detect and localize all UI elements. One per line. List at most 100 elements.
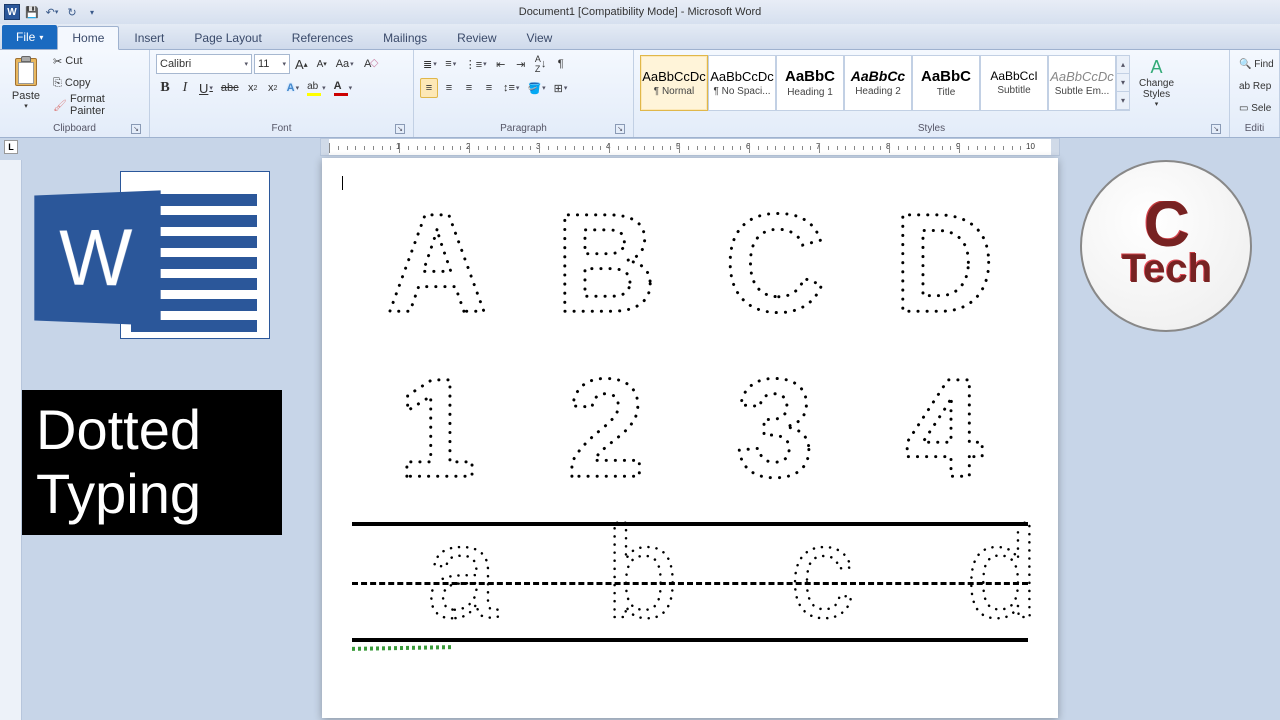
- dialog-launcher-icon[interactable]: ↘: [395, 124, 405, 134]
- bold-button[interactable]: B: [156, 78, 174, 98]
- align-right-button[interactable]: ≡: [460, 78, 478, 98]
- group-clipboard: Paste▾ ✂ Cut ⎘ Copy 🖌 Format Painter Cli…: [0, 50, 150, 137]
- find-icon: 🔍: [1239, 59, 1251, 70]
- svg-text:4: 4: [905, 353, 983, 500]
- style-normal[interactable]: AaBbCcDc¶ Normal: [640, 55, 708, 111]
- tab-mailings[interactable]: Mailings: [368, 25, 442, 49]
- tab-review[interactable]: Review: [442, 25, 511, 49]
- group-label: Editi: [1236, 121, 1273, 137]
- tab-references[interactable]: References: [277, 25, 368, 49]
- tab-view[interactable]: View: [512, 25, 568, 49]
- dotted-char: D: [881, 188, 1007, 335]
- style-subtitle[interactable]: AaBbCcISubtitle: [980, 55, 1048, 111]
- ctech-logo-overlay: C Tech: [1080, 160, 1252, 332]
- group-label: Paragraph↘: [420, 121, 627, 137]
- dotted-char: c: [752, 517, 892, 635]
- bucket-icon: 🪣: [527, 82, 541, 95]
- dotted-char: b: [572, 517, 712, 635]
- tab-home[interactable]: Home: [57, 26, 119, 50]
- word-logo-overlay: W: [30, 165, 270, 355]
- underline-button[interactable]: U▾: [196, 78, 216, 98]
- numbering-button[interactable]: ≡▾: [442, 54, 460, 74]
- grow-font-button[interactable]: A▴: [292, 54, 311, 74]
- line-spacing-button[interactable]: ↕≡▾: [500, 78, 522, 98]
- font-color-button[interactable]: A▾: [331, 78, 356, 98]
- change-styles-button[interactable]: AChangeStyles▾: [1134, 54, 1179, 111]
- font-name-select[interactable]: Calibri▾: [156, 54, 252, 74]
- bullets-button[interactable]: ≣▾: [420, 54, 440, 74]
- style-subtleem[interactable]: AaBbCcDcSubtle Em...: [1048, 55, 1116, 111]
- superscript-button[interactable]: x2: [264, 78, 282, 98]
- shrink-font-button[interactable]: A▾: [313, 54, 331, 74]
- format-painter-button[interactable]: 🖌 Format Painter: [50, 95, 140, 115]
- dotted-char: A: [374, 188, 500, 335]
- qat-more-icon[interactable]: ▾: [84, 4, 100, 20]
- dotted-char: 3: [712, 353, 838, 500]
- paste-button[interactable]: Paste▾: [6, 53, 46, 113]
- save-icon[interactable]: 💾: [24, 4, 40, 20]
- align-left-button[interactable]: ≡: [420, 78, 438, 98]
- horizontal-ruler[interactable]: 12345678910: [320, 138, 1060, 156]
- copy-button[interactable]: ⎘ Copy: [50, 73, 140, 93]
- multilevel-button[interactable]: ⋮≡▾: [462, 54, 490, 74]
- align-center-button[interactable]: ≡: [440, 78, 458, 98]
- dialog-launcher-icon[interactable]: ↘: [131, 124, 141, 134]
- tab-page-layout[interactable]: Page Layout: [179, 25, 276, 49]
- text-effects-button[interactable]: A▾: [284, 78, 302, 98]
- quick-access-toolbar: W 💾 ↶▾ ↻ ▾: [0, 4, 104, 20]
- cut-button[interactable]: ✂ Cut: [50, 51, 140, 71]
- document-page[interactable]: ABCD 1234 abcd: [322, 158, 1058, 718]
- increase-indent-button[interactable]: ⇥: [512, 54, 530, 74]
- dotted-char: a: [392, 517, 532, 635]
- show-marks-button[interactable]: ¶: [552, 54, 570, 74]
- style-heading1[interactable]: AaBbCHeading 1: [776, 55, 844, 111]
- replace-icon: ab: [1239, 81, 1250, 92]
- vertical-ruler[interactable]: [0, 160, 22, 720]
- find-button[interactable]: 🔍 Find: [1236, 54, 1273, 74]
- style-title[interactable]: AaBbCTitle: [912, 55, 980, 111]
- svg-text:D: D: [893, 188, 994, 335]
- borders-button[interactable]: ⊞▾: [551, 78, 571, 98]
- decrease-indent-button[interactable]: ⇤: [492, 54, 510, 74]
- select-button[interactable]: ▭ Sele: [1236, 98, 1273, 118]
- undo-icon[interactable]: ↶▾: [44, 4, 60, 20]
- replace-button[interactable]: ab Rep: [1236, 76, 1273, 96]
- style-heading2[interactable]: AaBbCcHeading 2: [844, 55, 912, 111]
- ribbon-tabs: File▾ Home Insert Page Layout References…: [0, 24, 1280, 50]
- dotted-char: d: [932, 517, 1072, 635]
- word-app-icon[interactable]: W: [4, 4, 20, 20]
- style-nospaci[interactable]: AaBbCcDc¶ No Spaci...: [708, 55, 776, 111]
- clear-formatting-button[interactable]: A◇: [359, 54, 377, 74]
- svg-text:B: B: [555, 188, 656, 335]
- sort-button[interactable]: AZ↓: [532, 54, 550, 74]
- scissors-icon: ✂: [53, 55, 62, 68]
- text-cursor: [342, 176, 343, 190]
- shading-button[interactable]: 🪣▾: [524, 78, 548, 98]
- highlight-button[interactable]: ab▾: [304, 78, 329, 98]
- styles-more[interactable]: ▴▾▾: [1116, 55, 1130, 111]
- tracing-line: abcd: [352, 522, 1028, 642]
- dialog-launcher-icon[interactable]: ↘: [1211, 124, 1221, 134]
- dotted-char: 1: [374, 353, 500, 500]
- paste-icon: [11, 56, 41, 90]
- strikethrough-button[interactable]: abc: [218, 78, 242, 98]
- brush-icon: 🖌: [53, 99, 67, 112]
- tab-selector[interactable]: L: [4, 140, 18, 154]
- svg-text:3: 3: [736, 353, 814, 500]
- justify-button[interactable]: ≡: [480, 78, 498, 98]
- italic-button[interactable]: I: [176, 78, 194, 98]
- svg-text:2: 2: [567, 353, 645, 500]
- change-case-button[interactable]: Aa▾: [333, 54, 357, 74]
- spellcheck-squiggle: [352, 645, 452, 651]
- group-label: Styles↘: [640, 121, 1223, 137]
- dotted-char: 2: [543, 353, 669, 500]
- redo-icon[interactable]: ↻: [64, 4, 80, 20]
- window-title: Document1 [Compatibility Mode] - Microso…: [519, 6, 762, 18]
- dialog-launcher-icon[interactable]: ↘: [615, 124, 625, 134]
- tab-insert[interactable]: Insert: [119, 25, 179, 49]
- tab-file[interactable]: File▾: [2, 25, 57, 49]
- svg-text:C: C: [724, 188, 825, 335]
- subscript-button[interactable]: x2: [244, 78, 262, 98]
- font-size-select[interactable]: 11▾: [254, 54, 290, 74]
- group-label: Clipboard↘: [6, 121, 143, 137]
